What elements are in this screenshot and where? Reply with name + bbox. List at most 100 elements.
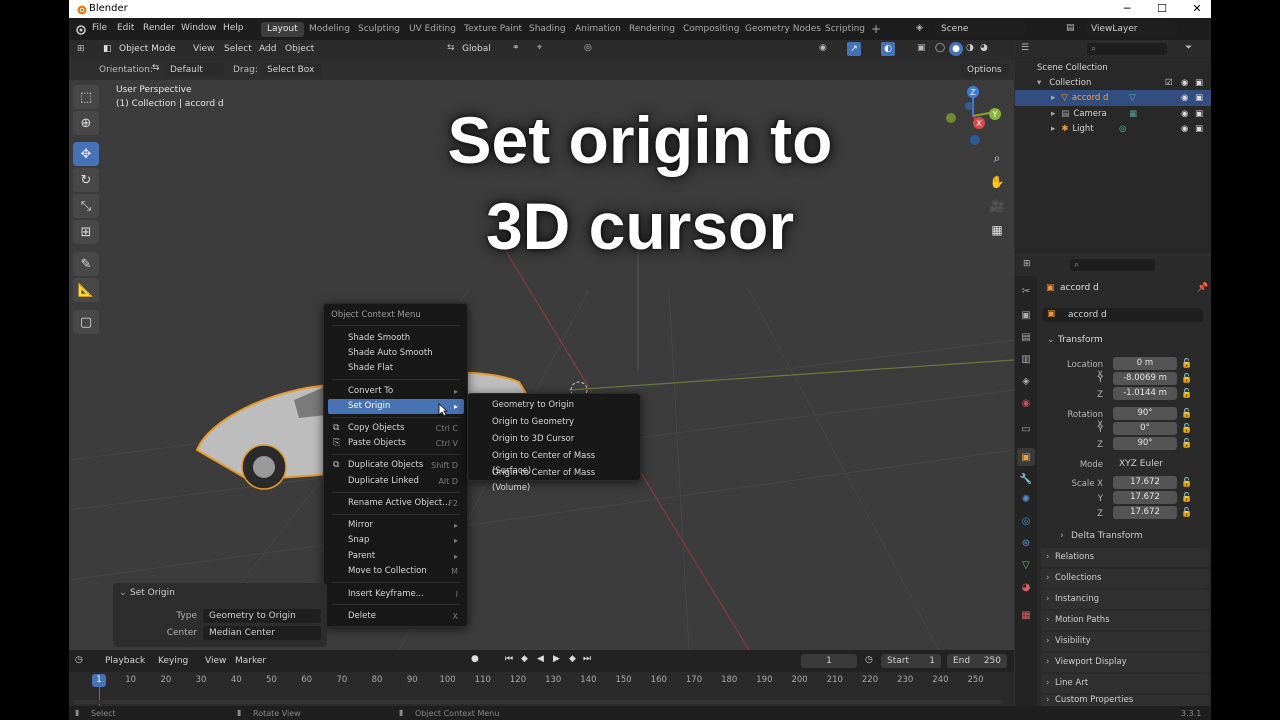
current-frame-field[interactable]: 1 (801, 654, 857, 668)
close-button[interactable]: ✕ (1180, 0, 1211, 18)
constraints-tab-icon[interactable]: ⊛ (1017, 534, 1035, 552)
preview-range-icon[interactable]: ◷ (865, 655, 873, 665)
custom-properties-panel[interactable]: › Custom Properties (1041, 695, 1209, 706)
overlay-toggle-icon[interactable]: ◐ (881, 42, 895, 56)
scene-selector[interactable]: Scene (935, 22, 1027, 36)
menu-snap[interactable]: Snap ▸ (328, 533, 464, 548)
add-cube-tool-icon[interactable]: ▢ (73, 310, 99, 334)
play-icon[interactable]: ▶ (553, 654, 560, 664)
timeline-menu-playback[interactable]: Playback (105, 656, 145, 666)
lock-rotation-z-icon[interactable]: 🔓 (1181, 439, 1192, 449)
lock-rotation-x-icon[interactable]: 🔓 (1181, 409, 1192, 419)
collapse-arrow-icon[interactable]: ⌄ (119, 588, 127, 598)
menu-copy-objects[interactable]: Copy Objects Ctrl C (328, 421, 464, 436)
menu-duplicate-objects[interactable]: Duplicate Objects Shift D (328, 458, 464, 473)
prev-keyframe-icon[interactable]: ◆ (521, 654, 528, 664)
timeline-ruler[interactable]: 1 10 20 30 40 50 60 70 80 90 100 110 120 130 140 150 160… (69, 672, 1014, 706)
view-layer-selector[interactable]: ViewLayer (1085, 22, 1177, 36)
blender-menu-icon[interactable] (74, 23, 86, 35)
wireframe-shading-icon[interactable]: ◯ (935, 43, 945, 53)
tool-tab-icon[interactable]: ✂ (1017, 282, 1035, 300)
tab-shading[interactable]: Shading (523, 22, 572, 37)
tab-modeling[interactable]: Modeling (303, 22, 356, 37)
scene-tab-icon[interactable]: ◈ (1017, 372, 1035, 390)
render-tab-icon[interactable]: ▣ (1017, 306, 1035, 324)
menu-shade-auto-smooth[interactable]: Shade Auto Smooth (328, 346, 464, 361)
rotation-x-field[interactable]: 90° (1113, 407, 1177, 420)
material-tab-icon[interactable]: ◕ (1017, 578, 1035, 596)
proportional-edit-icon[interactable]: ◎ (584, 43, 592, 53)
visibility-panel[interactable]: › Visibility (1041, 632, 1209, 651)
output-tab-icon[interactable]: ▤ (1017, 328, 1035, 346)
lock-scale-x-icon[interactable]: 🔓 (1181, 478, 1192, 488)
menu-move-to-collection[interactable]: Move to Collection M (328, 564, 464, 579)
drag-dropdown[interactable]: Select Box (261, 63, 321, 77)
pin-icon[interactable]: 📌 (1197, 283, 1208, 293)
object-tab-icon[interactable]: ▣ (1017, 448, 1035, 466)
lock-scale-z-icon[interactable]: 🔓 (1181, 508, 1192, 518)
timeline-menu-view[interactable]: View (205, 656, 226, 666)
editor-type-icon[interactable]: ⊞ (77, 44, 85, 54)
visibility-icon[interactable]: ◉ (819, 43, 827, 53)
transform-panel-header[interactable]: ⌄ Transform (1041, 333, 1211, 349)
tab-rendering[interactable]: Rendering (623, 22, 681, 37)
view-layer-tab-icon[interactable]: ▥ (1017, 350, 1035, 368)
lock-location-x-icon[interactable]: 🔓 (1181, 359, 1192, 369)
collection-tab-icon[interactable]: ▭ (1017, 420, 1035, 438)
gizmo-toggle-icon[interactable]: ↗ (847, 42, 861, 56)
menu-convert-to[interactable]: Convert To ▸ (328, 384, 464, 399)
filter-icon[interactable]: ⏷ (1185, 43, 1192, 53)
rendered-shading-icon[interactable]: ◕ (980, 43, 988, 53)
rotation-y-field[interactable]: 0° (1113, 422, 1177, 435)
menu-delete[interactable]: Delete X (328, 609, 464, 624)
jump-start-icon[interactable]: ⏮ (505, 654, 513, 664)
minimize-button[interactable]: ─ (1110, 0, 1144, 18)
play-reverse-icon[interactable]: ◀ (537, 654, 544, 664)
tab-texture-paint[interactable]: Texture Paint (458, 22, 528, 37)
submenu-origin-to-3d-cursor[interactable]: Origin to 3D Cursor (472, 432, 636, 447)
rotation-z-field[interactable]: 90° (1113, 437, 1177, 450)
jump-end-icon[interactable]: ⏭ (583, 654, 591, 664)
center-dropdown[interactable]: Median Center (203, 626, 321, 640)
tab-animation[interactable]: Animation (569, 22, 627, 37)
texture-tab-icon[interactable]: ▦ (1017, 606, 1035, 624)
menu-edit[interactable]: Edit (117, 23, 134, 33)
transform-orientation-dropdown[interactable]: Global (462, 44, 491, 54)
header-menu-view[interactable]: View (193, 44, 214, 54)
menu-shade-smooth[interactable]: Shade Smooth (328, 331, 464, 346)
menu-mirror[interactable]: Mirror ▸ (328, 518, 464, 533)
outliner-editor-icon[interactable]: ☰ (1021, 43, 1029, 53)
pivot-point-icon[interactable]: ⚭ (512, 43, 520, 53)
options-dropdown[interactable]: Options (961, 63, 1009, 77)
solid-shading-icon[interactable]: ● (949, 42, 963, 56)
tab-compositing[interactable]: Compositing (677, 22, 745, 37)
menu-file[interactable]: File (92, 23, 107, 33)
submenu-origin-to-center-of-mass-volume[interactable]: Origin to Center of Mass (Volume) (472, 466, 636, 493)
menu-paste-objects[interactable]: Paste Objects Ctrl V (328, 436, 464, 451)
scale-y-field[interactable]: 17.672 (1113, 491, 1177, 504)
scale-z-field[interactable]: 17.672 (1113, 506, 1177, 519)
timeline-scrollbar[interactable] (73, 700, 1003, 704)
modifier-tab-icon[interactable]: 🔧 (1017, 470, 1035, 488)
menu-shade-flat[interactable]: Shade Flat (328, 361, 464, 376)
outliner-object-accord[interactable]: ▸ ▽ accord d ▽ ◉ ▣ (1015, 90, 1211, 106)
object-mode-dropdown[interactable]: Object Mode (119, 44, 176, 54)
location-z-field[interactable]: -1.0144 m (1113, 387, 1177, 400)
xray-icon[interactable]: ▣ (917, 43, 926, 53)
lock-rotation-y-icon[interactable]: 🔓 (1181, 424, 1192, 434)
lock-scale-y-icon[interactable]: 🔓 (1181, 493, 1192, 503)
header-menu-object[interactable]: Object (285, 44, 314, 54)
instancing-panel[interactable]: › Instancing (1041, 590, 1209, 609)
line-art-panel[interactable]: › Line Art (1041, 674, 1209, 693)
tab-uv-editing[interactable]: UV Editing (403, 22, 462, 37)
location-x-field[interactable]: 0 m (1113, 357, 1177, 370)
submenu-geometry-to-origin[interactable]: Geometry to Origin (472, 398, 636, 413)
location-y-field[interactable]: -8.0069 m (1113, 372, 1177, 385)
next-keyframe-icon[interactable]: ◆ (569, 654, 576, 664)
outliner-search-icon[interactable]: ⌕ (1087, 43, 1167, 55)
tab-geometry-nodes[interactable]: Geometry Nodes (739, 22, 827, 37)
orientation-dropdown[interactable]: Default (164, 63, 224, 77)
viewport-display-panel[interactable]: › Viewport Display (1041, 653, 1209, 672)
submenu-origin-to-center-of-mass-surface[interactable]: Origin to Center of Mass (Surface) (472, 449, 636, 476)
outliner-object-light[interactable]: ▸ ✱ Light ◎ ◉ ▣ (1015, 121, 1211, 137)
